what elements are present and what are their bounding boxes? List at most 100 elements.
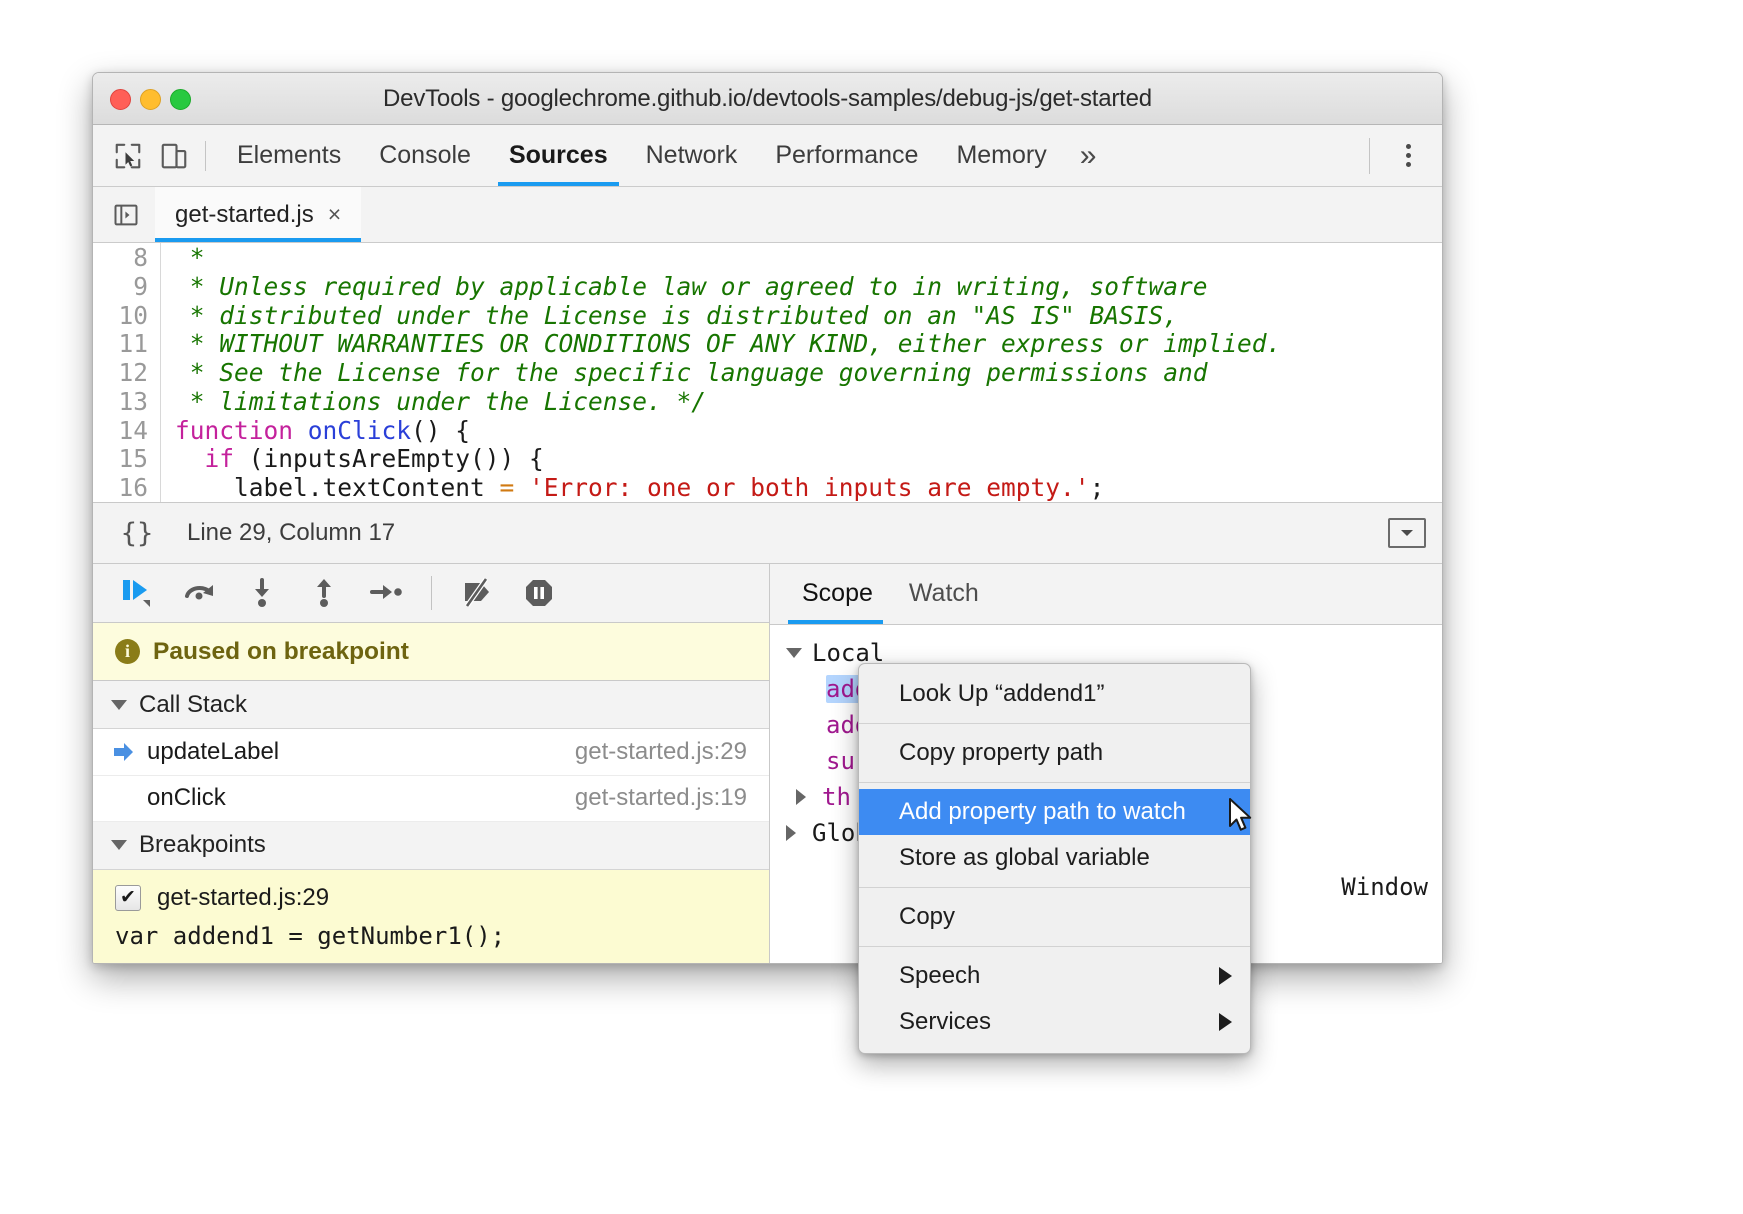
line-number: 11	[93, 329, 161, 358]
cursor-position-label: Line 29, Column 17	[187, 519, 395, 547]
context-menu-separator	[859, 723, 1250, 724]
tab-network[interactable]: Network	[627, 125, 757, 186]
paused-banner-text: Paused on breakpoint	[153, 638, 409, 666]
call-stack-title: Call Stack	[139, 691, 247, 719]
current-frame-arrow-icon	[113, 742, 139, 762]
token: * Unless required by applicable law or a…	[175, 272, 1208, 301]
code-line: 13 * limitations under the License. */	[93, 387, 1442, 416]
token: (inputsAreEmpty()) {	[234, 444, 544, 473]
debugger-left-pane: i Paused on breakpoint Call Stack update…	[93, 564, 770, 964]
chevron-down-icon[interactable]	[786, 648, 812, 658]
code-line: 11 * WITHOUT WARRANTIES OR CONDITIONS OF…	[93, 329, 1442, 358]
code-line: 14 function onClick() {	[93, 416, 1442, 445]
line-number: 15	[93, 445, 161, 474]
breakpoint-row: ✔ get-started.js:29	[115, 884, 769, 912]
chevron-right-icon[interactable]	[796, 789, 822, 805]
breakpoints-title: Breakpoints	[139, 831, 266, 859]
breakpoint-item[interactable]: ✔ get-started.js:29 var addend1 = getNum…	[93, 870, 769, 964]
line-number: 12	[93, 358, 161, 387]
token: * limitations under the License. */	[175, 387, 706, 416]
token: 'Error: one or both inputs are empty.'	[529, 473, 1090, 502]
breakpoint-location: get-started.js:29	[157, 884, 329, 912]
code-line: 12 * See the License for the specific la…	[93, 358, 1442, 387]
context-menu-item-copy[interactable]: Copy	[859, 894, 1250, 940]
minimize-window-button[interactable]	[140, 89, 161, 110]
pause-on-exceptions-button[interactable]	[510, 567, 568, 619]
chevron-right-icon[interactable]	[786, 825, 812, 841]
code-line: 8 *	[93, 243, 1442, 272]
call-stack-section-header[interactable]: Call Stack	[93, 681, 769, 729]
step-out-of-current-function-button[interactable]	[295, 567, 353, 619]
tab-memory[interactable]: Memory	[937, 125, 1065, 186]
tab-scope[interactable]: Scope	[784, 564, 891, 624]
screenshot-root: DevTools - googlechrome.github.io/devtoo…	[0, 0, 1743, 1214]
context-menu-separator	[859, 782, 1250, 783]
submenu-arrow-icon	[1219, 967, 1232, 985]
toolbar-right-group	[1369, 134, 1442, 178]
line-content: * limitations under the License. */	[161, 387, 706, 416]
context-menu-item-services[interactable]: Services	[859, 999, 1250, 1045]
line-content: function onClick() {	[161, 416, 470, 445]
context-menu-item-label: Services	[899, 1008, 991, 1036]
breakpoints-section-header[interactable]: Breakpoints	[93, 822, 769, 870]
scope-global-value: Window	[1341, 873, 1428, 901]
step-into-next-function-call-button[interactable]	[233, 567, 291, 619]
file-tab-get-started-js[interactable]: get-started.js ×	[155, 187, 361, 242]
window-title: DevTools - googlechrome.github.io/devtoo…	[383, 85, 1152, 113]
context-menu-item-copy-property-path[interactable]: Copy property path	[859, 730, 1250, 776]
tab-performance[interactable]: Performance	[756, 125, 937, 186]
breakpoint-source-line: var addend1 = getNumber1();	[115, 922, 769, 950]
line-content: * See the License for the specific langu…	[161, 358, 1208, 387]
context-menu-item-add-property-path-to-watch[interactable]: Add property path to watch	[859, 789, 1250, 835]
more-tabs-chevron-icon[interactable]: »	[1066, 125, 1111, 186]
close-window-button[interactable]	[110, 89, 131, 110]
pretty-print-icon[interactable]: {}	[109, 518, 165, 549]
submenu-arrow-icon	[1219, 1013, 1232, 1031]
device-toolbar-icon[interactable]	[151, 133, 197, 179]
resume-script-execution-button[interactable]	[109, 567, 167, 619]
token: label.textContent	[175, 473, 500, 502]
token: * WITHOUT WARRANTIES OR CONDITIONS OF AN…	[175, 329, 1281, 358]
tab-console[interactable]: Console	[360, 125, 490, 186]
scope-property-name: th	[822, 783, 851, 811]
deactivate-breakpoints-button[interactable]	[448, 567, 506, 619]
line-number: 10	[93, 301, 161, 330]
tab-elements[interactable]: Elements	[218, 125, 360, 186]
show-navigator-icon[interactable]	[105, 194, 147, 236]
call-stack-function-name: onClick	[147, 784, 226, 812]
call-stack-location: get-started.js:19	[575, 784, 747, 812]
traffic-lights	[110, 89, 191, 110]
context-menu-item-look-up[interactable]: Look Up “addend1”	[859, 671, 1250, 717]
zoom-window-button[interactable]	[170, 89, 191, 110]
code-line: 10 * distributed under the License is di…	[93, 301, 1442, 330]
context-menu-item-label: Speech	[899, 962, 980, 990]
token: =	[500, 473, 515, 502]
close-icon[interactable]: ×	[328, 203, 341, 226]
paused-banner: i Paused on breakpoint	[93, 623, 769, 682]
step-over-next-function-call-button[interactable]	[171, 567, 229, 619]
customize-devtools-menu-icon[interactable]	[1388, 134, 1428, 178]
code-editor[interactable]: 8 * 9 * Unless required by applicable la…	[93, 243, 1442, 502]
info-icon: i	[115, 639, 140, 664]
context-menu-item-speech[interactable]: Speech	[859, 953, 1250, 999]
tab-watch[interactable]: Watch	[891, 564, 997, 624]
editor-statusbar: {} Line 29, Column 17	[93, 502, 1442, 564]
context-menu-separator	[859, 887, 1250, 888]
source-file-tabbar: get-started.js ×	[93, 187, 1442, 243]
inspect-element-icon[interactable]	[105, 133, 151, 179]
collapse-drawer-icon[interactable]	[1388, 518, 1426, 548]
token: if	[205, 444, 235, 473]
context-menu-item-store-as-global-variable[interactable]: Store as global variable	[859, 835, 1250, 881]
line-number: 8	[93, 243, 161, 272]
token: () {	[411, 416, 470, 445]
token: * See the License for the specific langu…	[175, 358, 1208, 387]
chevron-down-icon	[111, 840, 127, 850]
step-button[interactable]	[357, 567, 415, 619]
call-stack-row-onclick[interactable]: onClick get-started.js:19	[93, 776, 769, 822]
breakpoint-checkbox[interactable]: ✔	[115, 885, 141, 911]
tab-sources[interactable]: Sources	[490, 125, 627, 186]
line-content: *	[161, 243, 205, 272]
call-stack-row-updatelabel[interactable]: updateLabel get-started.js:29	[93, 729, 769, 775]
debugger-toolbar	[93, 564, 769, 623]
code-line: 16 label.textContent = 'Error: one or bo…	[93, 473, 1442, 502]
